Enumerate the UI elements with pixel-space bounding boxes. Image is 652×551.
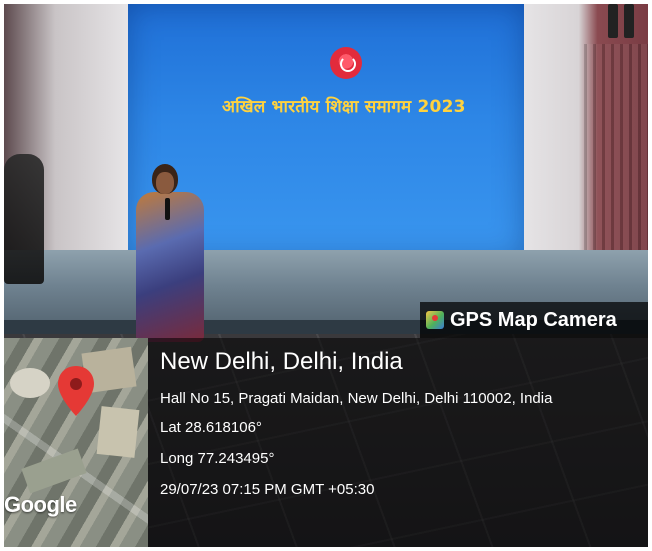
ceiling-light xyxy=(624,4,634,38)
screen-title: अखिल भारतीय शिक्षा समागम 2023 xyxy=(222,97,466,117)
location-longitude: Long 77.243495° xyxy=(160,450,275,467)
gps-map-camera-badge: GPS Map Camera xyxy=(420,302,648,338)
location-timestamp: 29/07/23 07:15 PM GMT +05:30 xyxy=(160,481,375,498)
gps-badge-label: GPS Map Camera xyxy=(450,308,617,331)
gps-map-camera-icon xyxy=(426,311,444,329)
map-building xyxy=(10,368,50,398)
map-road xyxy=(21,448,87,494)
location-address: Hall No 15, Pragati Maidan, New Delhi, D… xyxy=(160,390,553,407)
speaker-body xyxy=(136,192,204,342)
curtain xyxy=(584,44,648,264)
map-building xyxy=(96,406,140,458)
background-person xyxy=(4,154,44,284)
google-attribution: Google xyxy=(4,492,77,517)
speaker-face xyxy=(156,172,174,194)
microphone xyxy=(165,198,170,220)
ceiling-light xyxy=(608,4,618,38)
event-logo-mark xyxy=(340,56,356,72)
photo-frame: अखिल भारतीय शिक्षा समागम 2023 GPS Map Ca… xyxy=(4,4,648,547)
location-place: New Delhi, Delhi, India xyxy=(160,348,403,375)
location-latitude: Lat 28.618106° xyxy=(160,419,262,436)
location-pin-icon xyxy=(58,366,94,416)
